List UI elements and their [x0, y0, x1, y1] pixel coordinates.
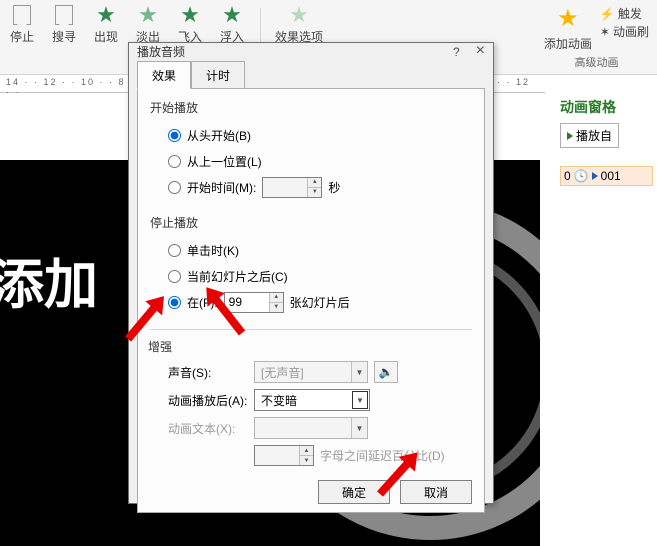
animation-pane-title: 动画窗格	[560, 97, 653, 117]
item-name: 001	[601, 169, 621, 183]
label-after-anim: 动画播放后(A):	[168, 392, 248, 409]
star-icon: ★	[285, 4, 313, 26]
ribbon-trigger[interactable]: ⚡触发	[600, 5, 649, 22]
anim-text-combo: ▼	[254, 417, 368, 439]
bookmark-icon	[8, 4, 36, 26]
play-icon	[567, 132, 573, 140]
radio-from-begin[interactable]	[168, 129, 181, 142]
chevron-down-icon: ▼	[351, 418, 367, 438]
group-start-play: 开始播放 从头开始(B) 从上一位置(L) 开始时间(M): ▲▼ 秒	[150, 99, 472, 202]
star-icon: ★	[176, 4, 204, 26]
radio-start-time[interactable]	[168, 181, 181, 194]
chevron-down-icon[interactable]: ▼	[351, 362, 367, 382]
group-legend: 停止播放	[150, 214, 198, 231]
chevron-down-icon[interactable]: ▼	[352, 391, 368, 409]
star-icon: ★	[134, 4, 162, 26]
slide-title-text: 添加	[0, 240, 98, 319]
star-icon: ★	[218, 4, 246, 26]
tab-timing[interactable]: 计时	[191, 61, 245, 89]
ribbon-appear[interactable]: ★ 出现	[92, 4, 120, 74]
label-after-current: 当前幻灯片之后(C)	[187, 268, 288, 285]
radio-from-last[interactable]	[168, 155, 181, 168]
label-anim-text: 动画文本(X):	[168, 420, 248, 437]
group-enhance-legend: 增强	[148, 338, 472, 355]
item-index: 0	[564, 169, 571, 183]
spin-down-icon[interactable]: ▼	[308, 188, 321, 197]
play-audio-dialog: 播放音频 ? × 效果 计时 开始播放 从头开始(B) 从上一位置(L) 开始时…	[128, 42, 494, 504]
sound-combo[interactable]: [无声音] ▼	[254, 361, 368, 383]
star-icon: ★	[92, 4, 120, 26]
bookmark-icon	[50, 4, 78, 26]
tab-panel-effect: 开始播放 从头开始(B) 从上一位置(L) 开始时间(M): ▲▼ 秒 停止播放	[137, 88, 485, 513]
play-icon	[592, 172, 598, 180]
help-button[interactable]: ?	[453, 45, 460, 59]
after-n-input[interactable]	[225, 293, 269, 312]
delay-spinner: ▲▼	[254, 445, 314, 466]
ribbon-label: 出现	[94, 28, 118, 45]
label-seconds: 秒	[328, 179, 340, 196]
ribbon-advanced-group: ★ 添加动画 ⚡触发 ✶动画刷 高级动画	[536, 0, 657, 74]
close-button[interactable]: ×	[476, 45, 485, 59]
delay-input	[255, 446, 299, 465]
radio-on-click[interactable]	[168, 244, 181, 257]
play-from-button[interactable]: 播放自	[560, 123, 619, 148]
group-stop-play: 停止播放 单击时(K) 当前幻灯片之后(C) 在(F): ▲▼ 张幻灯片后	[150, 214, 472, 317]
ribbon-add-animation[interactable]: ★ 添加动画	[544, 4, 592, 52]
label-from-begin: 从头开始(B)	[187, 127, 251, 144]
ribbon-label: 添加动画	[544, 35, 592, 52]
start-time-input[interactable]	[263, 178, 307, 197]
spin-up-icon[interactable]: ▲	[308, 178, 321, 188]
spin-down-icon[interactable]: ▼	[270, 303, 283, 312]
start-time-spinner[interactable]: ▲▼	[262, 177, 322, 198]
brush-icon: ✶	[600, 25, 610, 39]
label-sound: 声音(S):	[168, 364, 248, 381]
group-legend: 开始播放	[150, 99, 198, 116]
spin-down-icon: ▼	[300, 456, 313, 465]
sound-preview-button[interactable]: 🔈	[374, 361, 398, 383]
animation-pane: 动画窗格 播放自 0 🕓 001	[555, 93, 657, 546]
ribbon-label: 搜寻	[52, 28, 76, 45]
radio-after-current[interactable]	[168, 270, 181, 283]
dialog-tabs: 效果 计时	[137, 60, 485, 88]
tab-effect[interactable]: 效果	[137, 61, 191, 89]
label-delay-suffix: 字母之间延迟百分比(D)	[320, 447, 445, 464]
separator	[150, 329, 472, 330]
ribbon-anim-brush[interactable]: ✶动画刷	[600, 23, 649, 40]
ribbon-stop[interactable]: 停止	[8, 4, 36, 74]
animation-item[interactable]: 0 🕓 001	[560, 166, 653, 186]
label-on-click: 单击时(K)	[187, 242, 239, 259]
ribbon-group-label: 高级动画	[544, 54, 649, 70]
clock-icon: 🕓	[574, 169, 589, 183]
lightning-icon: ⚡	[600, 7, 615, 21]
spin-up-icon: ▲	[300, 446, 313, 456]
label-from-last: 从上一位置(L)	[187, 153, 262, 170]
label-after-n-suffix: 张幻灯片后	[290, 294, 350, 311]
dialog-title: 播放音频	[137, 43, 185, 60]
label-start-time: 开始时间(M):	[187, 179, 256, 196]
after-n-spinner[interactable]: ▲▼	[224, 292, 284, 313]
star-add-icon: ★	[557, 4, 579, 33]
ribbon-seek[interactable]: 搜寻	[50, 4, 78, 74]
spin-up-icon[interactable]: ▲	[270, 293, 283, 303]
cancel-button[interactable]: 取消	[400, 480, 472, 504]
after-anim-combo[interactable]: 不变暗 ▼	[254, 389, 370, 411]
ribbon-label: 停止	[10, 28, 34, 45]
dialog-titlebar: 播放音频 ? ×	[129, 43, 493, 60]
